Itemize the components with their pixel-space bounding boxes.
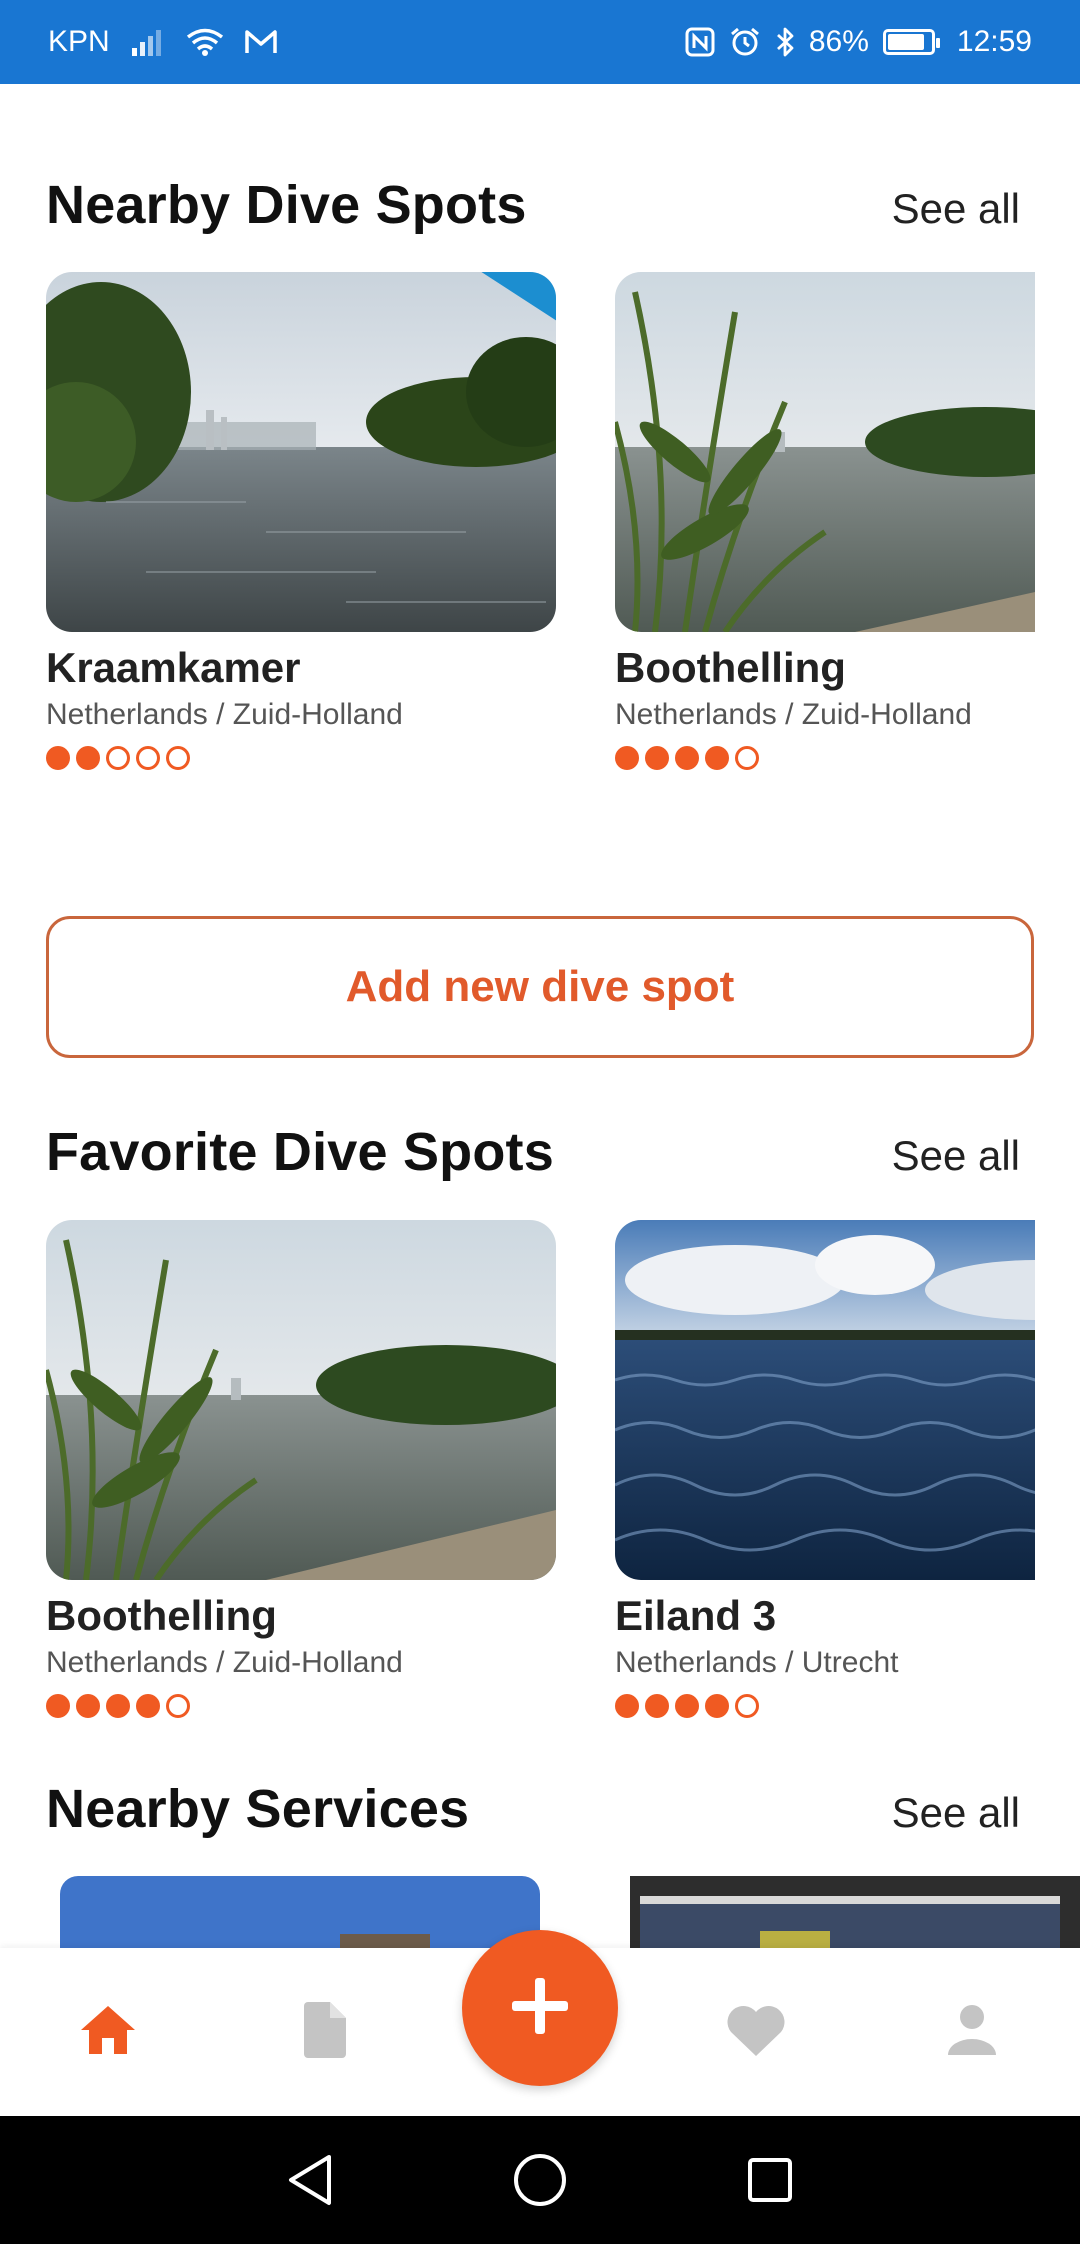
rating-dot-filled [76, 1694, 100, 1718]
signal-icon [130, 28, 166, 56]
nav-home[interactable] [72, 1996, 144, 2068]
battery-percent: 86% [808, 25, 869, 58]
dive-spot-name: Kraamkamer [46, 644, 301, 691]
see-all-nearby-link[interactable]: See all [892, 185, 1020, 233]
rating-dot-empty [136, 746, 160, 770]
gmail-icon [244, 29, 278, 55]
dive-spot-photo [615, 272, 1035, 632]
dive-spot-name: Eiland 3 [615, 1592, 777, 1639]
status-bar: KPN 86% 12:59 [0, 0, 1080, 84]
back-icon[interactable] [280, 2150, 340, 2210]
rating [615, 746, 1035, 770]
rating-dot-filled [76, 746, 100, 770]
dive-spot-photo [615, 1220, 1035, 1580]
bottom-navigation [0, 1930, 1080, 2116]
rating-dot-empty [735, 746, 759, 770]
rating-dot-filled [675, 746, 699, 770]
see-all-favorites-link[interactable]: See all [892, 1132, 1020, 1180]
locked-ribbon [356, 272, 556, 402]
dive-spot-location: Netherlands / Utrecht [615, 1646, 899, 1679]
rating [46, 746, 556, 770]
dive-spot-location: Netherlands / Zuid-Holland [46, 1646, 403, 1679]
wifi-icon [186, 28, 224, 56]
nearby-dive-spots-header: Nearby Dive Spots See all [46, 174, 1020, 236]
rating-dot-empty [166, 1694, 190, 1718]
dive-spot-photo [46, 272, 556, 632]
document-icon [300, 2000, 348, 2065]
rating-dot-filled [136, 1694, 160, 1718]
home-circle-icon[interactable] [510, 2150, 570, 2210]
system-navigation-bar [0, 2116, 1080, 2244]
dive-spot-name: Boothelling [46, 1592, 277, 1639]
dive-spot-card[interactable]: Eiland 3 Netherlands / Utrecht [615, 1220, 1035, 1718]
dive-spot-photo [46, 1220, 556, 1580]
rating-dot-filled [615, 1694, 639, 1718]
plus-icon [508, 1974, 572, 2043]
rating-dot-filled [645, 1694, 669, 1718]
nav-favorites[interactable] [720, 1996, 792, 2068]
section-title: Favorite Dive Spots [46, 1122, 554, 1182]
battery-icon [882, 29, 940, 55]
rating [615, 1694, 1035, 1718]
service-card-photo[interactable] [630, 1876, 1080, 1948]
alarm-icon [729, 26, 761, 58]
recents-icon[interactable] [740, 2150, 800, 2210]
rating-dot-empty [735, 1694, 759, 1718]
add-new-dive-spot-button[interactable]: Add new dive spot [46, 916, 1034, 1058]
dive-spot-card[interactable]: Kraamkamer Netherlands / Zuid-Holland [46, 272, 556, 770]
rating-dot-filled [615, 746, 639, 770]
heart-icon [725, 2002, 787, 2063]
dive-spot-location: Netherlands / Zuid-Holland [46, 698, 403, 731]
nfc-icon [685, 27, 715, 57]
person-icon [946, 2003, 998, 2062]
rating-dot-filled [705, 1694, 729, 1718]
home-feed[interactable]: Nearby Dive Spots See all Kraamkamer Net… [0, 84, 1080, 1948]
favorite-dive-spots-header: Favorite Dive Spots See all [46, 1121, 1020, 1183]
carrier-label: KPN [48, 25, 110, 58]
rating-dot-filled [675, 1694, 699, 1718]
see-all-services-link[interactable]: See all [892, 1789, 1020, 1837]
rating-dot-filled [705, 746, 729, 770]
rating [46, 1694, 556, 1718]
clock: 12:59 [956, 25, 1032, 58]
service-card-photo[interactable] [60, 1876, 540, 1948]
add-fab-button[interactable] [462, 1930, 618, 2086]
home-icon [78, 2003, 138, 2062]
nearby-services-header: Nearby Services See all [46, 1778, 1020, 1840]
lock-icon [356, 302, 512, 402]
section-title: Nearby Dive Spots [46, 175, 527, 235]
rating-dot-filled [645, 746, 669, 770]
dive-spot-name: Boothelling [615, 644, 846, 691]
rating-dot-filled [46, 746, 70, 770]
bluetooth-icon [775, 26, 795, 58]
rating-dot-empty [106, 746, 130, 770]
dive-spot-card[interactable]: Boothelling Netherlands / Zuid-Holland [615, 272, 1035, 770]
dive-spot-card[interactable]: Boothelling Netherlands / Zuid-Holland [46, 1220, 556, 1718]
rating-dot-empty [166, 746, 190, 770]
rating-dot-filled [46, 1694, 70, 1718]
dive-spot-location: Netherlands / Zuid-Holland [615, 698, 972, 731]
nav-logbook[interactable] [288, 1996, 360, 2068]
section-title: Nearby Services [46, 1779, 470, 1839]
rating-dot-filled [106, 1694, 130, 1718]
nav-profile[interactable] [936, 1996, 1008, 2068]
